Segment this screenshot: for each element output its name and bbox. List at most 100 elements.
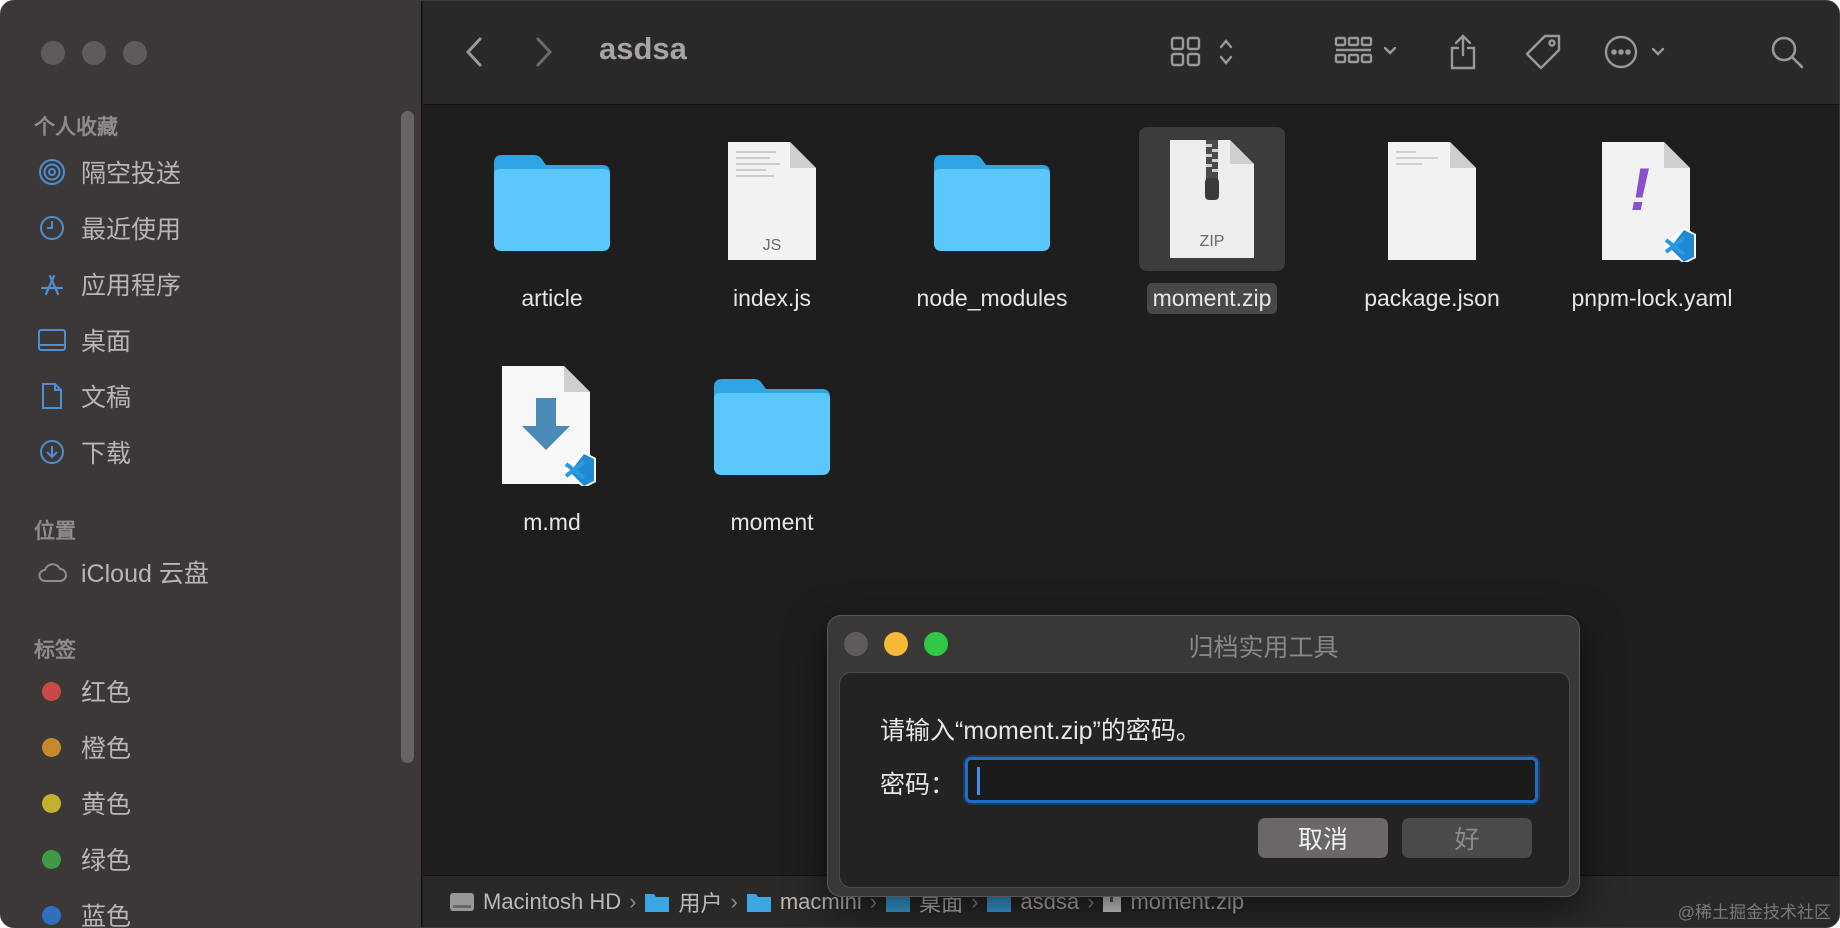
share-button[interactable]	[1445, 29, 1481, 75]
yellow-tag-dot-icon	[42, 793, 61, 813]
path-crumb-users[interactable]: 用户	[644, 886, 723, 918]
clock-icon	[37, 213, 67, 243]
sidebar-item-documents[interactable]: 文稿	[37, 376, 131, 416]
sidebar-item-label: 文稿	[81, 384, 132, 412]
dialog-panel: 请输入“moment.zip”的密码。 密码： 取消 好	[839, 672, 1570, 888]
yaml-file-icon: !	[1552, 131, 1752, 271]
tag-button[interactable]	[1521, 29, 1565, 75]
dialog-title: 归档实用工具	[1188, 634, 1339, 662]
file-item-moment-folder[interactable]: moment	[672, 355, 872, 538]
file-name: m.md	[523, 509, 581, 535]
sidebar-tag-green[interactable]: 绿色	[37, 839, 131, 879]
tag-icon	[1525, 34, 1561, 70]
folder-icon	[452, 131, 652, 271]
share-icon	[1450, 34, 1476, 70]
view-mode-button[interactable]	[1169, 29, 1243, 75]
chevron-right-icon: ›	[629, 888, 637, 914]
svg-text:!: !	[1630, 156, 1650, 223]
file-name: index.js	[733, 285, 811, 311]
sidebar-item-applications[interactable]: 应用程序	[37, 264, 181, 304]
file-item-node-modules[interactable]: node_modules	[892, 131, 1092, 314]
sidebar-item-icloud[interactable]: iCloud 云盘	[37, 552, 209, 592]
red-tag-dot-icon	[42, 681, 61, 701]
sidebar-scrollbar[interactable]	[401, 111, 414, 763]
file-item-index-js[interactable]: JS index.js	[672, 131, 872, 314]
sidebar-item-label: 下载	[81, 440, 132, 468]
sidebar-item-airdrop[interactable]: 隔空投送	[37, 152, 181, 192]
folder-icon	[892, 131, 1092, 271]
file-name: pnpm-lock.yaml	[1571, 285, 1733, 311]
sidebar-item-label: 最近使用	[81, 216, 182, 244]
password-label: 密码：	[880, 771, 956, 799]
search-icon	[1771, 36, 1804, 69]
password-field[interactable]	[965, 757, 1538, 803]
sidebar-item-label: 应用程序	[81, 272, 182, 300]
sidebar-item-label: 绿色	[81, 847, 132, 875]
path-crumb-label: Macintosh HD	[483, 888, 622, 914]
sidebar-item-label: 隔空投送	[81, 160, 182, 188]
sidebar-item-downloads[interactable]: 下载	[37, 432, 131, 472]
folder-icon	[645, 893, 670, 912]
favorites-header: 个人收藏	[34, 116, 118, 139]
sidebar-item-label: 橙色	[81, 735, 132, 763]
sidebar-item-label: 黄色	[81, 791, 132, 819]
search-button[interactable]	[1767, 29, 1807, 75]
js-file-icon: JS	[672, 131, 872, 271]
document-icon	[37, 381, 67, 411]
minimize-window-button[interactable]	[82, 41, 106, 65]
ok-button[interactable]: 好	[1402, 818, 1532, 858]
zip-file-icon: ZIP	[1139, 127, 1285, 271]
password-dialog: 归档实用工具 请输入“moment.zip”的密码。 密码： 取消 好	[827, 615, 1580, 897]
file-item-article[interactable]: article	[452, 131, 652, 314]
text-caret	[977, 767, 980, 795]
desktop-icon	[37, 325, 67, 355]
close-window-button[interactable]	[41, 41, 65, 65]
chevron-left-icon	[465, 37, 482, 67]
sidebar-item-recents[interactable]: 最近使用	[37, 208, 181, 248]
file-item-package-json[interactable]: package.json	[1332, 131, 1532, 314]
path-crumb-disk[interactable]: Macintosh HD	[449, 889, 621, 915]
window-controls	[41, 41, 147, 65]
sidebar-tag-red[interactable]: 红色	[37, 671, 131, 711]
sidebar-item-label: 蓝色	[81, 903, 132, 928]
hard-disk-icon	[450, 892, 474, 911]
sidebar-item-desktop[interactable]: 桌面	[37, 320, 131, 360]
sidebar-item-label: 红色	[81, 679, 132, 707]
svg-text:ZIP: ZIP	[1200, 233, 1225, 250]
ellipsis-circle-icon	[1604, 35, 1665, 69]
cloud-icon	[37, 557, 67, 587]
back-button[interactable]	[459, 29, 489, 75]
file-item-pnpm-lock-yaml[interactable]: ! pnpm-lock.yaml	[1552, 131, 1752, 314]
file-name: moment.zip	[1146, 283, 1278, 314]
forward-button[interactable]	[529, 29, 559, 75]
watermark: @稀土掘金技术社区	[1677, 903, 1831, 922]
path-crumb-label: 用户	[678, 890, 723, 916]
markdown-file-icon	[452, 355, 652, 495]
file-name: package.json	[1364, 285, 1500, 311]
more-actions-button[interactable]	[1603, 29, 1675, 75]
file-name: node_modules	[916, 285, 1068, 311]
file-name: article	[521, 285, 583, 311]
sidebar-item-label: 桌面	[81, 328, 132, 356]
sidebar-tag-orange[interactable]: 橙色	[37, 727, 131, 767]
chevron-right-icon: ›	[730, 888, 738, 914]
folder-title: asdsa	[599, 31, 687, 66]
sidebar-tag-yellow[interactable]: 黄色	[37, 783, 131, 823]
sidebar: 个人收藏 隔空投送 最近使用 应用程序 桌面 文稿 下载 位置 iCloud 云…	[1, 1, 422, 928]
zoom-window-button[interactable]	[123, 41, 147, 65]
file-item-moment-zip[interactable]: ZIP moment.zip	[1112, 127, 1312, 314]
svg-text:JS: JS	[763, 237, 782, 254]
orange-tag-dot-icon	[42, 737, 61, 757]
toolbar: asdsa	[423, 1, 1839, 105]
green-tag-dot-icon	[42, 849, 61, 869]
sidebar-tag-blue[interactable]: 蓝色	[37, 895, 132, 928]
tags-header: 标签	[34, 639, 76, 662]
group-grid-icon	[1334, 36, 1397, 64]
file-item-m-md[interactable]: m.md	[452, 355, 652, 538]
chevron-right-icon	[536, 37, 553, 67]
group-button[interactable]	[1333, 29, 1403, 75]
cancel-button[interactable]: 取消	[1258, 818, 1388, 858]
icon-view-grid-icon	[1170, 36, 1233, 67]
airdrop-icon	[37, 157, 67, 187]
password-prompt: 请输入“moment.zip”的密码。	[880, 717, 1201, 745]
